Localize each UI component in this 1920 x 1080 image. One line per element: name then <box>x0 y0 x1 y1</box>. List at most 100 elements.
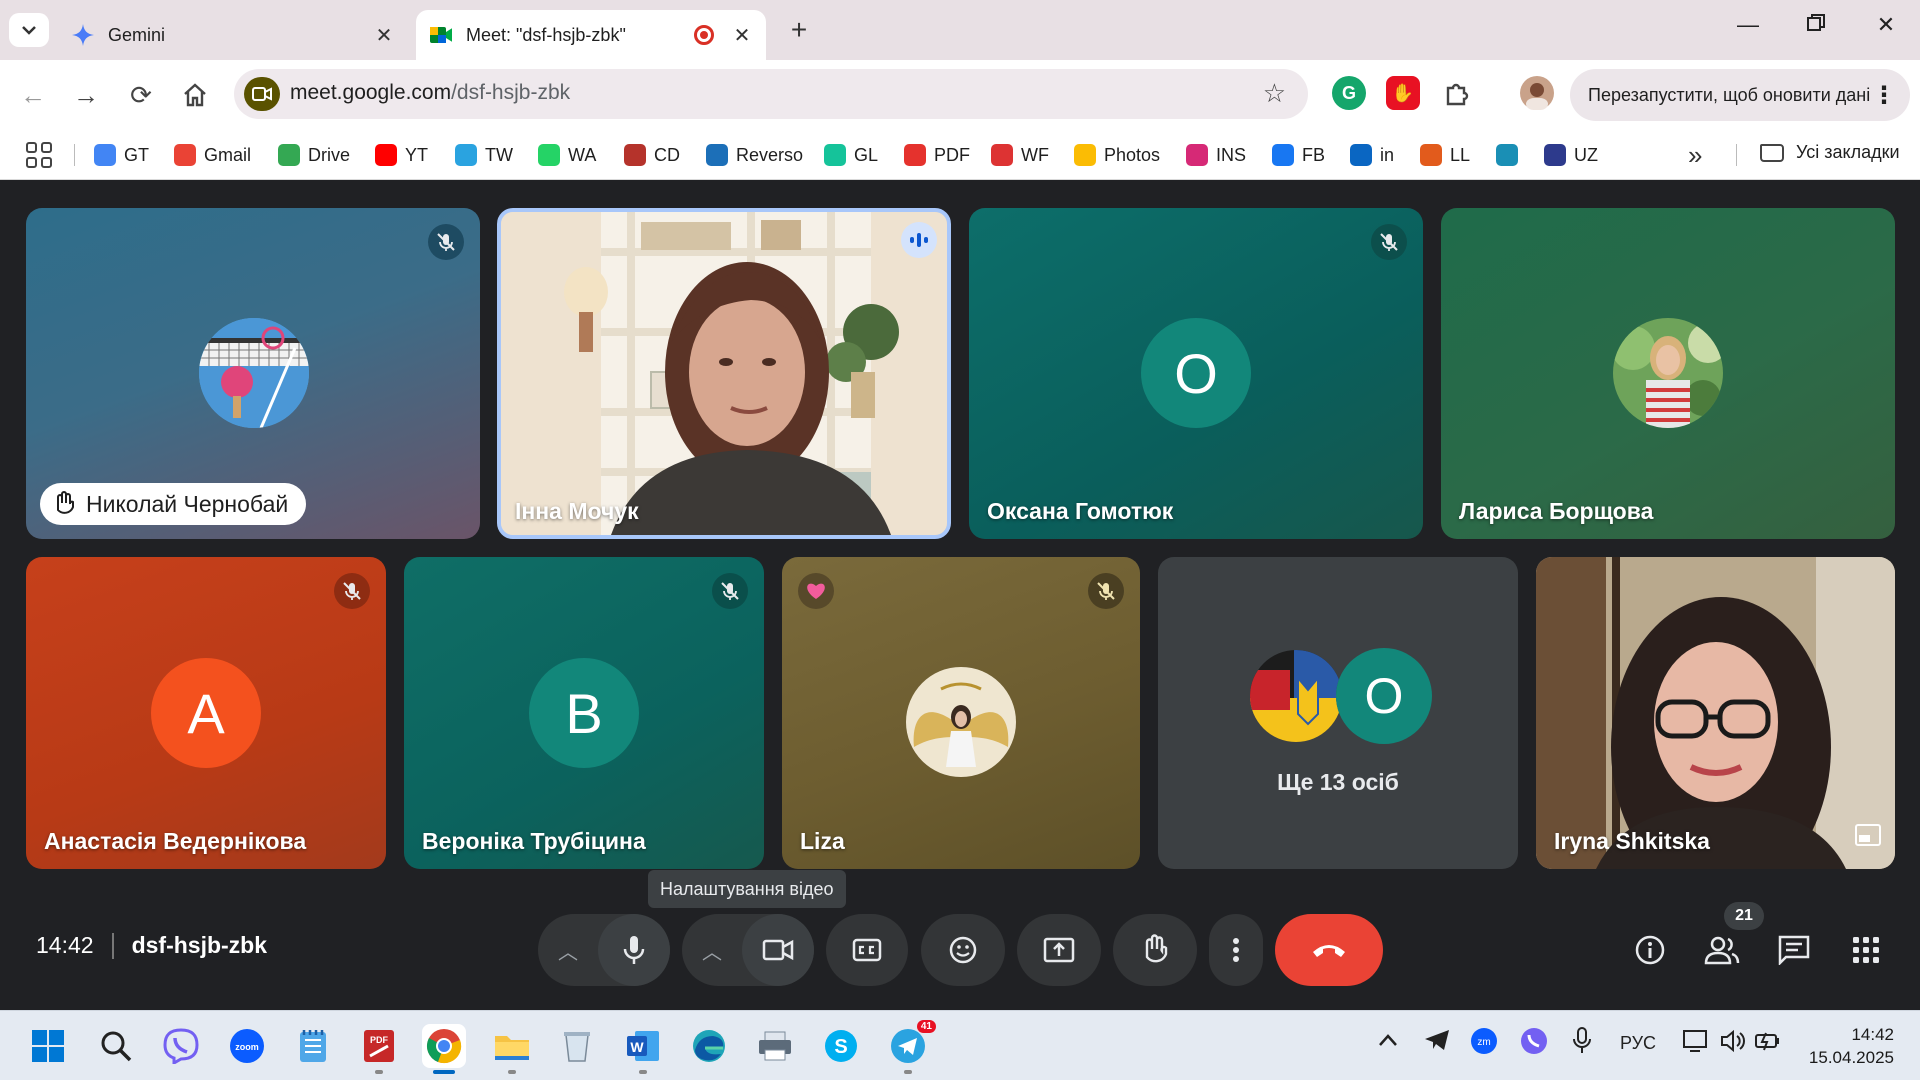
all-bookmarks-button[interactable]: Усі закладки <box>1760 142 1900 163</box>
participant-tile-speaking[interactable]: Інна Мочук <box>497 208 951 539</box>
extensions-puzzle-icon[interactable] <box>1440 76 1474 110</box>
bookmark-item[interactable]: INS <box>1186 142 1246 168</box>
microphone-button[interactable] <box>598 914 670 986</box>
close-window-button[interactable]: ✕ <box>1866 12 1906 38</box>
apps-grid-icon[interactable] <box>26 142 52 168</box>
more-bookmarks-icon[interactable]: » <box>1688 140 1702 171</box>
bookmark-item[interactable]: PDF <box>904 142 970 168</box>
microphone-control[interactable]: ︿ <box>538 914 670 986</box>
more-menu-icon[interactable]: ⋮ <box>1872 81 1896 110</box>
bookmark-item[interactable]: GL <box>824 142 878 168</box>
activities-button[interactable] <box>1846 930 1886 970</box>
chrome-app[interactable] <box>422 1024 466 1074</box>
close-tab-icon[interactable]: ✕ <box>728 23 756 48</box>
microphone-tray-icon[interactable] <box>1572 1027 1592 1060</box>
bookmark-item[interactable]: FB <box>1272 142 1325 168</box>
word-app[interactable]: W <box>621 1024 665 1074</box>
network-icon[interactable] <box>1682 1029 1710 1058</box>
printer-app[interactable] <box>753 1024 797 1068</box>
more-options-button[interactable] <box>1209 914 1263 986</box>
bookmark-item[interactable]: Photos <box>1074 142 1160 168</box>
viber-app[interactable] <box>159 1024 203 1068</box>
pdf-app[interactable]: PDF <box>357 1024 401 1074</box>
recycle-app[interactable] <box>555 1024 599 1068</box>
audio-options-button[interactable]: ︿ <box>538 914 598 986</box>
bookmark-item[interactable]: GT <box>94 142 149 168</box>
viber-tray-icon[interactable] <box>1520 1027 1548 1060</box>
home-button[interactable] <box>176 76 214 114</box>
bookmark-label: FB <box>1302 144 1326 165</box>
participant-tile[interactable]: О Оксана Гомотюк <box>969 208 1423 539</box>
telegram-app[interactable]: 41 <box>886 1020 936 1074</box>
reload-button[interactable]: ⟳ <box>122 76 160 114</box>
raise-hand-button[interactable] <box>1113 914 1197 986</box>
zoom-tray-icon[interactable]: zm <box>1470 1027 1498 1060</box>
participant-tile[interactable]: Liza <box>782 557 1140 869</box>
bookmark-item[interactable]: WF <box>991 142 1049 168</box>
adblock-extension-icon[interactable]: ✋ <box>1386 76 1420 110</box>
bookmark-item[interactable]: Gmail <box>174 142 251 168</box>
leave-call-button[interactable] <box>1275 914 1383 986</box>
back-button[interactable]: ← <box>14 76 52 114</box>
participant-tile[interactable]: А Анастасія Ведернікова <box>26 557 386 869</box>
present-screen-icon <box>1043 937 1075 963</box>
participant-tile[interactable]: Николай Чернобай <box>26 208 480 539</box>
update-browser-button[interactable]: Перезапустити, щоб оновити дані ⋮ <box>1570 69 1910 121</box>
bookmark-item[interactable]: UZ <box>1544 142 1598 168</box>
tab-search-button[interactable] <box>9 13 49 47</box>
reactions-button[interactable] <box>921 914 1005 986</box>
camera-feed-image <box>501 212 947 535</box>
zoom-app[interactable]: zoom <box>225 1024 269 1068</box>
participant-tile[interactable]: Iryna Shkitska <box>1536 557 1895 869</box>
bookmark-item[interactable]: in <box>1350 142 1394 168</box>
bookmark-item[interactable]: TW <box>455 142 513 168</box>
mic-off-icon <box>1371 224 1407 260</box>
search-button[interactable] <box>94 1024 138 1068</box>
profile-avatar[interactable] <box>1520 76 1554 110</box>
keyboard-language[interactable]: РУС <box>1620 1033 1656 1054</box>
bookmark-item[interactable]: CD <box>624 142 680 168</box>
camera-button[interactable] <box>742 914 814 986</box>
tab-meet[interactable]: Meet: "dsf-hsjb-zbk" ✕ <box>416 10 766 60</box>
all-bookmarks-label: Усі закладки <box>1796 142 1900 162</box>
bookmark-item[interactable]: LL <box>1420 142 1470 168</box>
more-participants-tile[interactable]: О Ще 13 осіб <box>1158 557 1518 869</box>
video-options-button[interactable]: ︿ <box>682 914 742 986</box>
system-clock[interactable]: 14:42 15.04.2025 <box>1798 1023 1894 1069</box>
chat-button[interactable] <box>1774 930 1814 970</box>
restore-button[interactable] <box>1796 12 1836 38</box>
show-hidden-icons-button[interactable] <box>1378 1031 1398 1052</box>
bookmark-item[interactable]: YT <box>375 142 428 168</box>
bookmark-item[interactable]: Reverso <box>706 142 803 168</box>
volume-icon[interactable] <box>1720 1029 1746 1058</box>
start-button[interactable] <box>26 1024 70 1068</box>
people-button[interactable] <box>1702 930 1742 970</box>
pip-icon[interactable] <box>1855 824 1881 851</box>
participant-tile[interactable]: Лариса Борщова <box>1441 208 1895 539</box>
camera-control[interactable]: ︿ <box>682 914 814 986</box>
bookmark-favicon-icon <box>904 144 926 166</box>
minimize-button[interactable]: — <box>1728 12 1768 38</box>
skype-app[interactable]: S <box>819 1024 863 1068</box>
battery-icon[interactable] <box>1754 1029 1782 1058</box>
camera-site-icon[interactable] <box>244 77 280 111</box>
file-explorer-app[interactable] <box>490 1024 534 1074</box>
edge-app[interactable] <box>687 1024 731 1068</box>
address-bar[interactable]: meet.google.com/dsf-hsjb-zbk ☆ <box>234 69 1308 119</box>
new-tab-button[interactable]: + <box>782 14 816 46</box>
captions-button[interactable] <box>826 914 908 986</box>
present-screen-button[interactable] <box>1017 914 1101 986</box>
search-icon <box>101 1031 132 1062</box>
close-tab-icon[interactable]: ✕ <box>370 23 398 48</box>
participant-tile[interactable]: В Вероніка Трубіцина <box>404 557 764 869</box>
meeting-details-button[interactable] <box>1630 930 1670 970</box>
bookmark-item[interactable]: Drive <box>278 142 350 168</box>
tab-gemini[interactable]: Gemini ✕ <box>62 10 408 60</box>
forward-button[interactable]: → <box>67 76 105 114</box>
notepad-app[interactable] <box>291 1024 335 1068</box>
bookmark-item[interactable] <box>1496 142 1526 168</box>
bookmark-item[interactable]: WA <box>538 142 596 168</box>
grammarly-extension-icon[interactable]: G <box>1332 76 1366 110</box>
telegram-tray-icon[interactable] <box>1424 1029 1450 1056</box>
bookmark-star-icon[interactable]: ☆ <box>1263 78 1286 109</box>
